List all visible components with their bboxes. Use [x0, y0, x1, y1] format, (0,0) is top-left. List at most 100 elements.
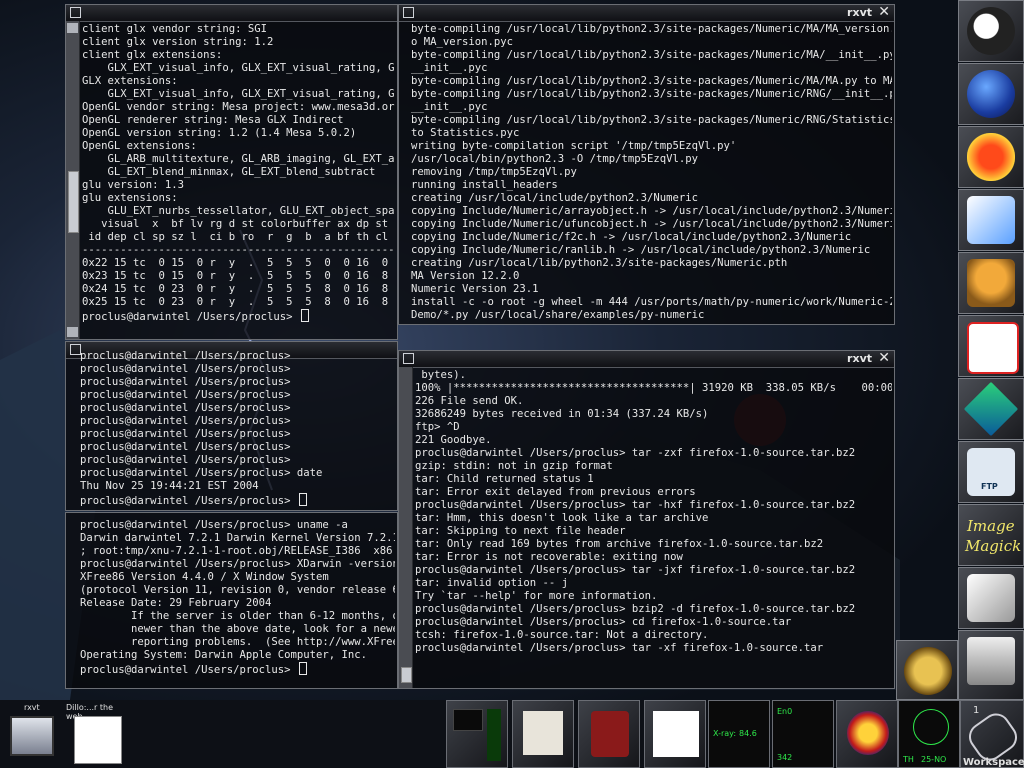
terminal-line: proclus@darwintel /Users/proclus> tar -z… [415, 447, 856, 459]
terminal-line: proclus@darwintel /Users/proclus> [80, 428, 291, 440]
scrollbar-thumb[interactable] [68, 171, 79, 233]
dockapp-radio[interactable] [578, 700, 640, 768]
ftp-label: FTP [981, 482, 998, 491]
terminal-line: proclus@darwintel /Users/proclus> [80, 402, 291, 414]
scroll-down-arrow[interactable] [67, 327, 78, 337]
volume-mixer-dockapp[interactable] [446, 700, 508, 768]
terminal-line: 0x22 15 tc 0 15 0 r y . 5 5 5 0 0 16 0 0 [82, 257, 395, 269]
dock-app-drive[interactable] [958, 630, 1024, 700]
terminal-line: visual x bf lv rg d st colorbuffer ax dp… [82, 218, 395, 230]
terminal-line: gzip: stdin: not in gzip format [415, 460, 613, 472]
terminal-line: Release Date: 29 February 2004 [80, 597, 272, 609]
workspace-label: Workspace [963, 757, 1024, 768]
terminal-line: creating /usr/local/include/python2.3/Nu… [411, 192, 699, 204]
terminal-output[interactable]: proclus@darwintel /Users/proclus> uname … [80, 519, 395, 686]
terminal-line: client glx version string: 1.2 [82, 36, 274, 48]
terminal-line: Demo/*.py /usr/local/share/examples/py-n… [411, 309, 705, 321]
terminal-line: tcsh: firefox-1.0-source.tar: Not a dire… [415, 629, 709, 641]
workspace-number: 1 [973, 705, 980, 716]
dockapp-cells[interactable] [512, 700, 574, 768]
terminal-line: OpenGL vendor string: Mesa project: www.… [82, 101, 395, 113]
close-icon[interactable]: ✕ [878, 351, 890, 366]
minimize-button[interactable] [403, 7, 414, 18]
window-title: rxvt [847, 6, 872, 19]
terminal-output[interactable]: byte-compiling /usr/local/lib/python2.3/… [411, 23, 892, 322]
terminal-output[interactable]: bytes). 100% |***************************… [415, 369, 892, 686]
minimize-button[interactable] [70, 7, 81, 18]
terminal-line: proclus@darwintel /Users/proclus> bzip2 … [415, 603, 856, 615]
scroll-up-arrow[interactable] [67, 23, 78, 33]
scrollbar[interactable] [399, 367, 413, 688]
dockapp-logo[interactable] [836, 700, 898, 768]
dock-app-radar[interactable] [896, 640, 958, 700]
terminal-line: tar: Error exit delayed from previous er… [415, 486, 696, 498]
terminal-line: proclus@darwintel /Users/proclus> [80, 493, 395, 508]
terminal-line: __init__.pyc [411, 62, 488, 74]
close-icon[interactable]: ✕ [878, 5, 890, 20]
workspace-switcher[interactable]: 1 Workspace [960, 700, 1024, 768]
terminal-line: creating /usr/local/lib/python2.3/site-p… [411, 257, 788, 269]
volume-bar[interactable] [487, 709, 501, 761]
scrollbar-thumb[interactable] [401, 667, 412, 683]
dock-app-ftp[interactable]: FTP [958, 441, 1024, 503]
text-cursor [300, 309, 309, 322]
terminal-line: /usr/local/bin/python2.3 -O /tmp/tmp5Ezq… [411, 153, 699, 165]
terminal-line: OpenGL version string: 1.2 (1.4 Mesa 5.0… [82, 127, 357, 139]
terminal-line: proclus@darwintel /Users/proclus> [80, 441, 291, 453]
terminal-line: proclus@darwintel /Users/proclus> cd fir… [415, 616, 792, 628]
clock-date: 25-NO [921, 755, 947, 764]
dock-app-globe[interactable] [958, 63, 1024, 125]
window-titlebar[interactable]: rxvt ✕ [399, 351, 894, 368]
window-titlebar[interactable] [66, 5, 397, 22]
terminal-line: GLX_EXT_visual_info, GLX_EXT_visual_rati… [82, 62, 396, 74]
terminal-firefox-build[interactable]: rxvt ✕ bytes). 100% |********************… [398, 350, 895, 689]
radio-icon [591, 711, 629, 757]
gimp-icon [967, 259, 1015, 307]
terminal-output[interactable]: client glx vendor string: SGI client glx … [82, 23, 395, 337]
terminal-glxinfo[interactable]: client glx vendor string: SGI client glx … [65, 4, 398, 340]
terminal-line: byte-compiling /usr/local/lib/python2.3/… [411, 23, 892, 35]
terminal-numeric-install[interactable]: rxvt ✕ byte-compiling /usr/local/lib/pyt… [398, 4, 895, 325]
scrollbar[interactable] [66, 21, 80, 339]
dock-app-finder[interactable] [958, 0, 1024, 62]
satellite-dish-icon [904, 647, 952, 695]
terminal-xdarwin[interactable]: proclus@darwintel /Users/proclus> uname … [65, 512, 398, 689]
logo-icon [847, 711, 889, 755]
pdf-icon [967, 322, 1019, 374]
dockapp-xray[interactable]: X-ray: 84.6 [708, 700, 770, 768]
terminal-line: GLX extensions: [82, 75, 178, 87]
dillo-icon [74, 716, 122, 764]
dock-app-settings[interactable] [958, 567, 1024, 629]
network-interface-label: En0 [777, 707, 793, 716]
terminal-line: byte-compiling /usr/local/lib/python2.3/… [411, 49, 892, 61]
dock-app-imagemagick[interactable]: Image Magick [958, 504, 1024, 566]
dock-app-editor[interactable] [958, 189, 1024, 251]
dockapp-network-monitor[interactable]: En0 342 [772, 700, 834, 768]
dock-app-mozilla[interactable] [958, 126, 1024, 188]
terminal-line: reporting problems. (See http://www.XFre… [80, 636, 395, 648]
terminal-line: 0x25 15 tc 0 23 0 r y . 5 5 5 8 0 16 8 1… [82, 296, 395, 308]
terminal-date[interactable]: proclus@darwintel /Users/proclus> proclus… [65, 341, 398, 511]
imagemagick-label-1: Image [967, 517, 1015, 535]
dillo-icon [653, 711, 699, 757]
dock-app-vim[interactable] [958, 378, 1024, 440]
taskbar-item-rxvt[interactable]: rxvt [0, 700, 62, 768]
disk-drive-icon [967, 637, 1015, 685]
terminal-line: ; root:tmp/xnu-7.2.1-1-root.obj/RELEASE_… [80, 545, 395, 557]
terminal-line: OpenGL extensions: [82, 140, 197, 152]
terminal-output[interactable]: proclus@darwintel /Users/proclus> proclus… [80, 350, 395, 508]
terminal-line: proclus@darwintel /Users/proclus> [80, 662, 395, 677]
taskbar-item-dillo[interactable]: Dillo:...r the web [64, 700, 130, 768]
dockapp-dillo[interactable] [644, 700, 706, 768]
terminal-line: glu extensions: [82, 192, 178, 204]
dockapp-clock[interactable]: TH 25-NO [898, 700, 960, 768]
terminal-line: byte-compiling /usr/local/lib/python2.3/… [411, 75, 892, 87]
terminal-line: install -c -o root -g wheel -m 444 /usr/… [411, 296, 892, 308]
dock-app-pdf[interactable] [958, 315, 1024, 377]
terminal-line: writing byte-compilation script '/tmp/tm… [411, 140, 737, 152]
dock-app-gimp[interactable] [958, 252, 1024, 314]
minimize-button[interactable] [403, 353, 414, 364]
monitor-icon [10, 716, 54, 756]
window-titlebar[interactable]: rxvt ✕ [399, 5, 894, 22]
terminal-line: removing /tmp/tmp5EzqVl.py [411, 166, 577, 178]
